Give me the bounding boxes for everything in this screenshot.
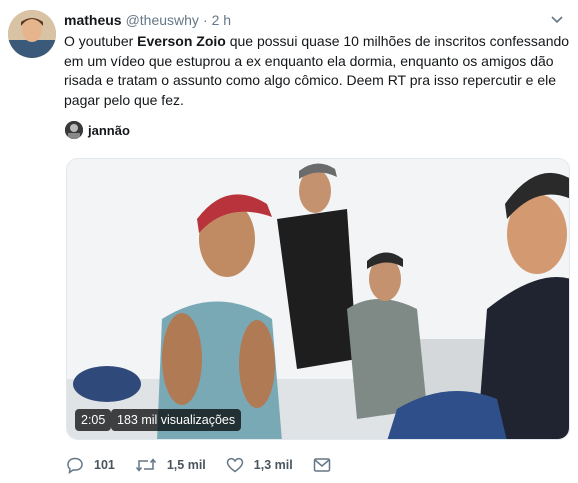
video-duration-badge: 2:05 — [75, 409, 112, 431]
reply-icon — [67, 457, 83, 474]
video-player[interactable]: 2:05 183 mil visualizações — [66, 158, 570, 440]
tweet-actions: 101 1,5 mil 1,3 mil — [66, 454, 361, 476]
author-handle[interactable]: @theuswhy — [126, 12, 199, 28]
tweet-text-before: O youtuber — [64, 33, 138, 49]
video-views-badge: 183 mil visualizações — [111, 409, 242, 431]
tweet-timestamp[interactable]: 2 h — [212, 12, 231, 28]
envelope-icon — [313, 458, 330, 472]
chevron-down-icon[interactable] — [550, 12, 564, 26]
author-avatar[interactable] — [8, 10, 56, 58]
retweet-icon — [135, 458, 156, 472]
tagged-user-name: jannão — [88, 122, 130, 138]
like-count: 1,3 mil — [253, 458, 293, 472]
like-button[interactable]: 1,3 mil — [226, 456, 293, 474]
heart-icon — [226, 457, 244, 473]
retweet-button[interactable]: 1,5 mil — [135, 456, 206, 474]
tweet-text-bold: Everson Zoio — [137, 33, 226, 49]
tagged-user[interactable]: jannão — [65, 121, 130, 139]
direct-message-button[interactable] — [313, 457, 341, 473]
reply-count: 101 — [94, 458, 115, 472]
video-frame — [67, 159, 569, 439]
reply-button[interactable]: 101 — [66, 456, 115, 474]
tagged-user-avatar — [65, 121, 83, 139]
author-name[interactable]: matheus — [64, 12, 122, 28]
retweet-count: 1,5 mil — [166, 458, 206, 472]
tweet-header: matheus @theuswhy · 2 h — [64, 11, 231, 29]
separator: · — [202, 12, 208, 28]
tweet-text: O youtuber Everson Zoio que possui quase… — [64, 32, 570, 110]
